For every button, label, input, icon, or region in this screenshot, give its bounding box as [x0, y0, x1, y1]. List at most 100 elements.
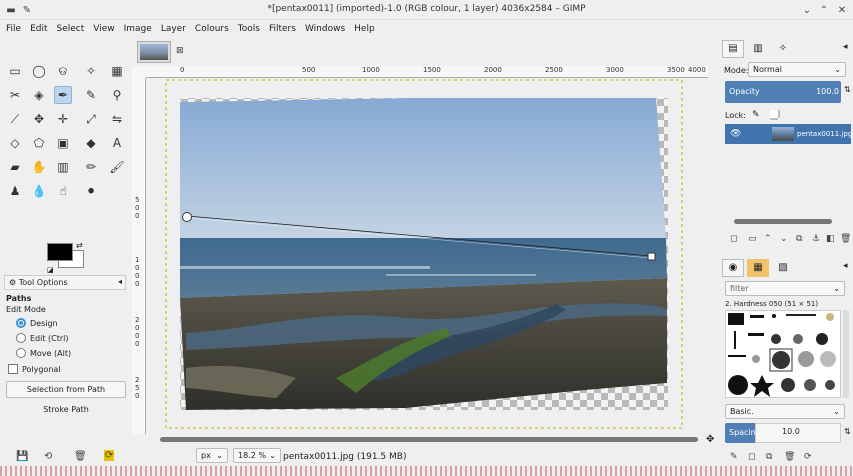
pencil-icon[interactable]: ✏ [82, 158, 100, 176]
move-icon[interactable]: ✥ [30, 110, 48, 128]
menu-filters[interactable]: Filters [269, 24, 296, 34]
cage-icon[interactable]: ⬠ [30, 134, 48, 152]
opacity-stepper-icon[interactable]: ⇅ [844, 85, 851, 94]
color-select-icon[interactable]: ▦ [108, 62, 126, 80]
zoom-dropdown[interactable]: 18.2 % ⌄ [233, 448, 281, 463]
flip-icon[interactable]: ⇋ [108, 110, 126, 128]
layer-row[interactable]: 👁 pentax0011.jpg [725, 124, 852, 144]
tab-tool-options[interactable]: ⚙ Tool Options ◂ [4, 275, 126, 290]
zoom-icon[interactable]: ⚲ [108, 86, 126, 104]
minimize-icon[interactable]: ⌄ [800, 3, 814, 17]
menu-windows[interactable]: Windows [305, 24, 345, 34]
menu-file[interactable]: File [6, 24, 21, 34]
menu-tools[interactable]: Tools [238, 24, 260, 34]
navigate-icon[interactable]: ✥ [706, 434, 714, 445]
hscroll-thumb[interactable] [160, 437, 698, 442]
dodge-burn-icon[interactable]: ⚫ [82, 182, 100, 200]
opacity-slider[interactable]: Opacity 100.0 [725, 81, 841, 103]
paintbrush-icon[interactable]: 🖌 [108, 158, 126, 176]
mode-move-radio[interactable] [16, 348, 26, 358]
layers-scrollbar[interactable] [734, 219, 832, 224]
menu-select[interactable]: Select [57, 24, 85, 34]
fuzzy-select-icon[interactable]: ✧ [82, 62, 100, 80]
polygonal-checkbox[interactable] [8, 364, 18, 374]
restore-options-icon[interactable]: ⟲ [44, 451, 52, 462]
layers-tab-icon[interactable]: ▤ [722, 40, 744, 58]
brushes-scrollbar[interactable] [843, 310, 849, 398]
lower-icon[interactable]: ⌄ [780, 234, 788, 244]
canvas-view[interactable] [146, 78, 708, 434]
stamp-icon[interactable]: ♟ [6, 182, 24, 200]
new-layer-icon[interactable]: ◻ [730, 234, 737, 244]
tab-close-icon[interactable]: ⊠ [176, 46, 184, 56]
vertical-scrollbar[interactable] [708, 66, 718, 434]
perspective-icon[interactable]: ◇ [6, 134, 24, 152]
blur-icon[interactable]: 💧 [30, 182, 48, 200]
refresh-brushes-icon[interactable]: ⟳ [804, 452, 812, 462]
menu-image[interactable]: Image [124, 24, 152, 34]
duplicate-brush-icon[interactable]: ⧉ [766, 452, 772, 462]
smudge-icon[interactable]: ☝ [54, 182, 72, 200]
swap-colors-icon[interactable]: ⇄ [76, 241, 83, 250]
stroke-path-button[interactable]: Stroke Path [6, 401, 126, 418]
clone-icon[interactable]: ✋ [30, 158, 48, 176]
selection-from-path-button[interactable]: Selection from Path [6, 381, 126, 398]
rect-select-icon[interactable]: ▭ [6, 62, 24, 80]
patterns-tab-icon[interactable]: ▦ [747, 259, 769, 277]
brush-filter-input[interactable]: filter ⌄ [725, 281, 845, 296]
new-brush-icon[interactable]: ◻ [748, 452, 755, 462]
edit-brush-icon[interactable]: ✎ [730, 452, 738, 462]
brushes-menu-icon[interactable]: ◂ [843, 261, 848, 271]
spacing-stepper-icon[interactable]: ⇅ [844, 427, 851, 436]
layer-mode-dropdown[interactable]: Normal ⌄ [748, 62, 846, 77]
measure-icon[interactable]: ⟋ [6, 110, 24, 128]
raise-icon[interactable]: ⌃ [764, 234, 772, 244]
brushes-tab-icon[interactable]: ◉ [722, 259, 744, 277]
eye-icon[interactable]: 👁 [730, 129, 741, 139]
channels-tab-icon[interactable]: ▥ [747, 40, 769, 58]
delete-layer-icon[interactable]: 🗑 [840, 234, 851, 244]
color-picker-icon[interactable]: ✎ [82, 86, 100, 104]
gradient-icon[interactable]: ▥ [54, 158, 72, 176]
default-colors-icon[interactable]: ◪ [47, 266, 54, 274]
foreground-color-swatch[interactable] [47, 243, 73, 261]
bucket-fill-icon[interactable]: ◆ [82, 134, 100, 152]
brush-grid[interactable] [725, 310, 841, 398]
dock-menu-icon[interactable]: ◂ [843, 42, 848, 52]
menu-layer[interactable]: Layer [161, 24, 186, 34]
menu-colours[interactable]: Colours [195, 24, 229, 34]
foreground-select-icon[interactable]: ◈ [30, 86, 48, 104]
transform-icon[interactable]: ⤢ [82, 110, 100, 128]
menu-edit[interactable]: Edit [30, 24, 47, 34]
scissors-icon[interactable]: ✂ [6, 86, 24, 104]
maximize-icon[interactable]: ⌃ [817, 3, 831, 17]
mode-edit-radio[interactable] [16, 333, 26, 343]
duplicate-icon[interactable]: ⧉ [796, 234, 802, 244]
mask-icon[interactable]: ◧ [826, 234, 835, 244]
delete-brush-icon[interactable]: 🗑 [784, 452, 795, 462]
horizontal-scrollbar[interactable] [146, 434, 708, 444]
align-icon[interactable]: ✛ [54, 110, 72, 128]
delete-options-icon[interactable]: 🗑 [74, 451, 87, 462]
menu-view[interactable]: View [93, 24, 114, 34]
path-anchor-end[interactable] [647, 252, 656, 261]
eraser-icon[interactable]: ▰ [6, 158, 24, 176]
lasso-icon[interactable]: ଡ [54, 62, 72, 80]
brush-preset-dropdown[interactable]: Basic. ⌄ [725, 404, 845, 419]
lock-pixels-icon[interactable]: ✎ [752, 110, 760, 120]
text-tool-icon[interactable]: A [108, 134, 126, 152]
gradients-tab-icon[interactable]: ▧ [772, 259, 794, 277]
anchor-icon[interactable]: ⚓ [812, 234, 820, 244]
tab-menu-icon[interactable]: ◂ [118, 277, 122, 286]
menu-help[interactable]: Help [354, 24, 375, 34]
reset-options-icon[interactable]: ⟳ [104, 450, 115, 461]
new-group-icon[interactable]: ▭ [748, 234, 757, 244]
path-anchor-start[interactable] [182, 212, 192, 222]
mode-design-radio[interactable] [16, 318, 26, 328]
close-icon[interactable]: ✕ [835, 3, 849, 17]
ellipse-select-icon[interactable]: ◯ [30, 62, 48, 80]
warp-icon[interactable]: ▣ [54, 134, 72, 152]
save-options-icon[interactable]: 💾 [16, 451, 28, 462]
unit-dropdown[interactable]: px ⌄ [196, 448, 228, 463]
paths-tool-icon[interactable]: ✒ [54, 86, 72, 104]
